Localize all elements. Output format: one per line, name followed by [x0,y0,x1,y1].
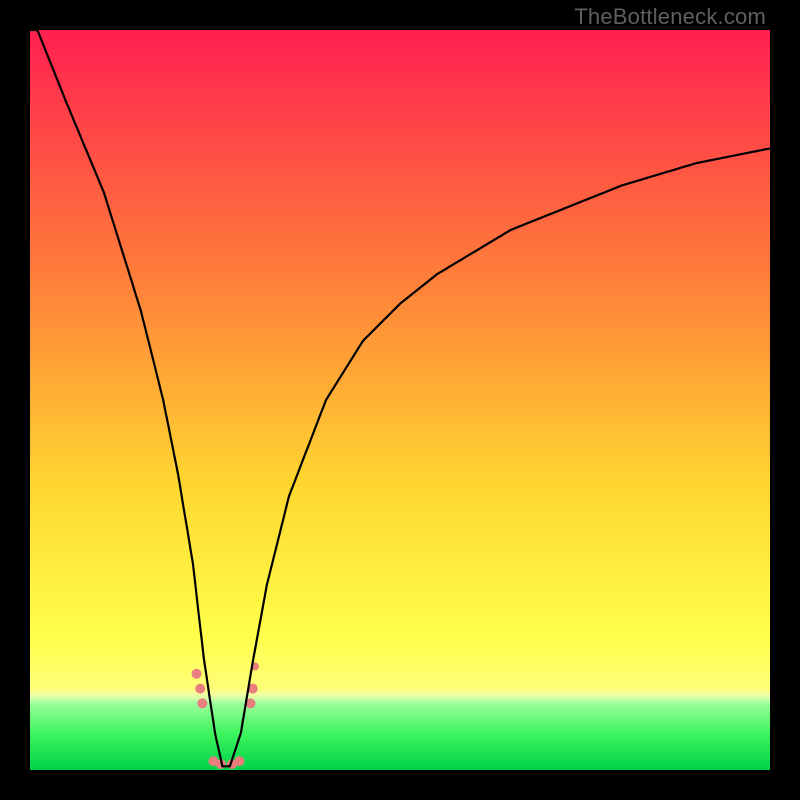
data-marker [197,698,207,708]
data-marker [192,669,202,679]
watermark-label: TheBottleneck.com [574,4,766,30]
curve-layer [30,30,770,770]
bottleneck-curve [30,30,770,766]
plot-frame [30,30,770,770]
data-marker [234,756,244,766]
data-marker [195,684,205,694]
